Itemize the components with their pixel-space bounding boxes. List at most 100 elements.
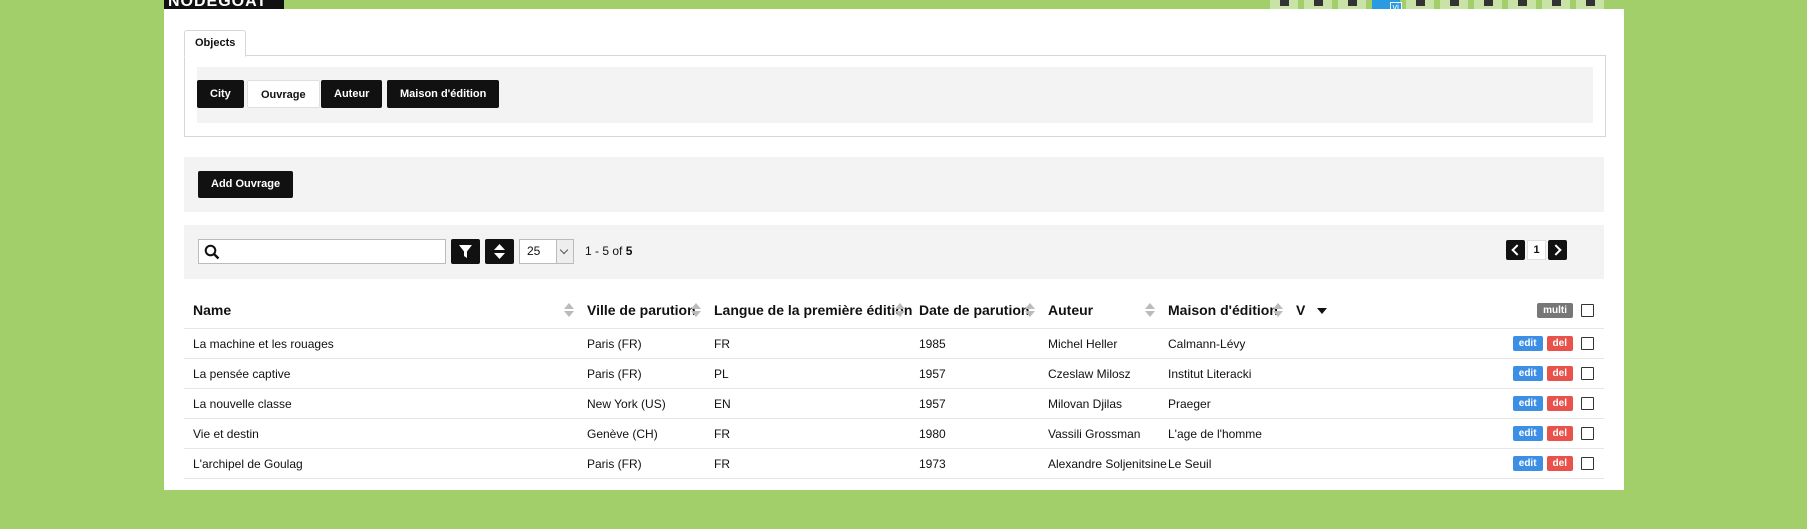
table-row[interactable]: La machine et les rouages Paris (FR) FR 198…	[184, 328, 1604, 359]
edit-icon[interactable]	[1474, 0, 1502, 9]
filter-icon	[459, 245, 472, 258]
translate-icon[interactable]	[1372, 0, 1402, 13]
column-header-ville[interactable]: Ville de parution	[578, 292, 705, 329]
column-header-label: Maison d'édition	[1168, 302, 1278, 318]
cell-name: La machine et les rouages	[184, 328, 578, 359]
delete-button[interactable]: del	[1546, 366, 1573, 382]
search-input[interactable]	[198, 239, 446, 264]
cell-actions: edit del	[1335, 388, 1604, 419]
cell-v	[1287, 418, 1335, 449]
delete-button[interactable]: del	[1546, 336, 1573, 352]
edit-button[interactable]: edit	[1512, 336, 1543, 352]
table-row[interactable]: La pensée captive Paris (FR) PL 1957 Czeslaw…	[184, 358, 1604, 389]
sort-icon[interactable]	[895, 303, 905, 317]
table-row[interactable]: L'archipel de Goulag Paris (FR) FR 1973 Alex…	[184, 448, 1604, 479]
sort-icon[interactable]	[564, 303, 574, 317]
column-header-langue[interactable]: Langue de la première édition	[705, 292, 912, 329]
multi-button[interactable]: multi	[1537, 303, 1573, 319]
download-icon[interactable]	[1440, 0, 1468, 9]
row-checkbox[interactable]	[1581, 367, 1594, 381]
cell-auteur: Czeslaw Milosz	[1039, 358, 1159, 389]
column-header-date[interactable]: Date de parution	[910, 292, 1039, 329]
edit-button[interactable]: edit	[1512, 396, 1543, 412]
cell-name: Vie et destin	[184, 418, 578, 449]
top-toolbar	[1270, 0, 1604, 13]
page-size-select[interactable]: 25	[519, 239, 574, 264]
tab-strip: Objects	[184, 30, 247, 57]
sort-button[interactable]	[485, 239, 514, 264]
next-page-button[interactable]	[1548, 240, 1567, 260]
edit-button[interactable]: edit	[1512, 456, 1543, 472]
row-checkbox[interactable]	[1581, 397, 1594, 411]
cell-ville: Paris (FR)	[578, 328, 705, 359]
cell-v	[1287, 328, 1335, 359]
delete-button[interactable]: del	[1546, 456, 1573, 472]
app-logo[interactable]: NODEGOAT	[164, 0, 284, 9]
cell-actions: edit del	[1335, 328, 1604, 359]
cell-name: La pensée captive	[184, 358, 578, 389]
search-icon[interactable]	[1304, 0, 1332, 9]
cell-v	[1287, 448, 1335, 479]
cell-name: L'archipel de Goulag	[184, 448, 578, 479]
list-icon[interactable]	[1338, 0, 1366, 9]
cell-v	[1287, 388, 1335, 419]
column-header-v[interactable]: V	[1287, 292, 1335, 329]
result-range-prefix: 1 - 5 of	[585, 244, 626, 258]
column-header-auteur[interactable]: Auteur	[1039, 292, 1159, 329]
type-button-maison-edition[interactable]: Maison d'édition	[387, 80, 500, 108]
data-table: Name Ville de parution Langue de la prem…	[184, 292, 1604, 479]
type-button-city[interactable]: City	[197, 80, 244, 108]
search-icon	[204, 244, 220, 260]
app-logo-text: NODEGOAT	[168, 0, 268, 9]
caret-down-icon[interactable]	[1317, 308, 1328, 315]
column-header-name[interactable]: Name	[184, 292, 578, 329]
column-header-label: V	[1296, 302, 1306, 318]
edit-button[interactable]: edit	[1512, 426, 1543, 442]
table-row[interactable]: La nouvelle classe New York (US) EN 1957 Mil…	[184, 388, 1604, 419]
eye-icon[interactable]	[1270, 0, 1298, 9]
box-icon[interactable]	[1406, 0, 1434, 9]
delete-button[interactable]: del	[1546, 426, 1573, 442]
edit-button[interactable]: edit	[1512, 366, 1543, 382]
row-checkbox[interactable]	[1581, 427, 1594, 441]
cell-maison: Le Seuil	[1159, 448, 1287, 479]
type-button-ouvrage[interactable]: Ouvrage	[247, 80, 320, 108]
type-button-auteur[interactable]: Auteur	[321, 80, 383, 108]
add-bar: Add Ouvrage	[184, 157, 1604, 212]
select-all-checkbox[interactable]	[1581, 304, 1594, 318]
sort-icon[interactable]	[1273, 303, 1283, 317]
row-checkbox[interactable]	[1581, 337, 1594, 351]
sort-icon[interactable]	[691, 303, 701, 317]
filter-button[interactable]	[451, 239, 480, 264]
download-icon[interactable]	[1508, 0, 1536, 9]
add-ouvrage-button[interactable]: Add Ouvrage	[198, 171, 294, 198]
main-panel: Objects City Ouvrage Auteur Maison d'édi…	[164, 9, 1624, 490]
current-page[interactable]: 1	[1527, 240, 1546, 260]
table-row[interactable]: Vie et destin Genève (CH) FR 1980 Vassili Gr…	[184, 418, 1604, 449]
column-header-label: Date de parution	[919, 302, 1030, 318]
cell-maison: Praeger	[1159, 388, 1287, 419]
delete-button[interactable]: del	[1546, 396, 1573, 412]
prev-page-button[interactable]	[1506, 240, 1525, 260]
cell-date: 1957	[910, 388, 1039, 419]
cell-date: 1985	[910, 328, 1039, 359]
users-icon[interactable]	[1576, 0, 1604, 9]
cell-auteur: Michel Heller	[1039, 328, 1159, 359]
sort-icon[interactable]	[1145, 303, 1155, 317]
cell-ville: Genève (CH)	[578, 418, 705, 449]
column-header-maison[interactable]: Maison d'édition	[1159, 292, 1287, 329]
page-size-value: 25	[527, 244, 541, 258]
column-header-actions: multi	[1335, 292, 1604, 329]
sort-icon[interactable]	[1025, 303, 1035, 317]
cell-ville: New York (US)	[578, 388, 705, 419]
row-checkbox[interactable]	[1581, 457, 1594, 471]
cell-actions: edit del	[1335, 448, 1604, 479]
chevron-down-icon	[556, 240, 573, 263]
result-total: 5	[625, 244, 633, 258]
result-range: 1 - 5 of 5	[585, 244, 632, 258]
close-icon[interactable]	[1542, 0, 1570, 9]
cell-name: La nouvelle classe	[184, 388, 578, 419]
cell-langue: FR	[705, 448, 910, 479]
tab-objects[interactable]: Objects	[184, 30, 247, 57]
cell-langue: EN	[705, 388, 910, 419]
